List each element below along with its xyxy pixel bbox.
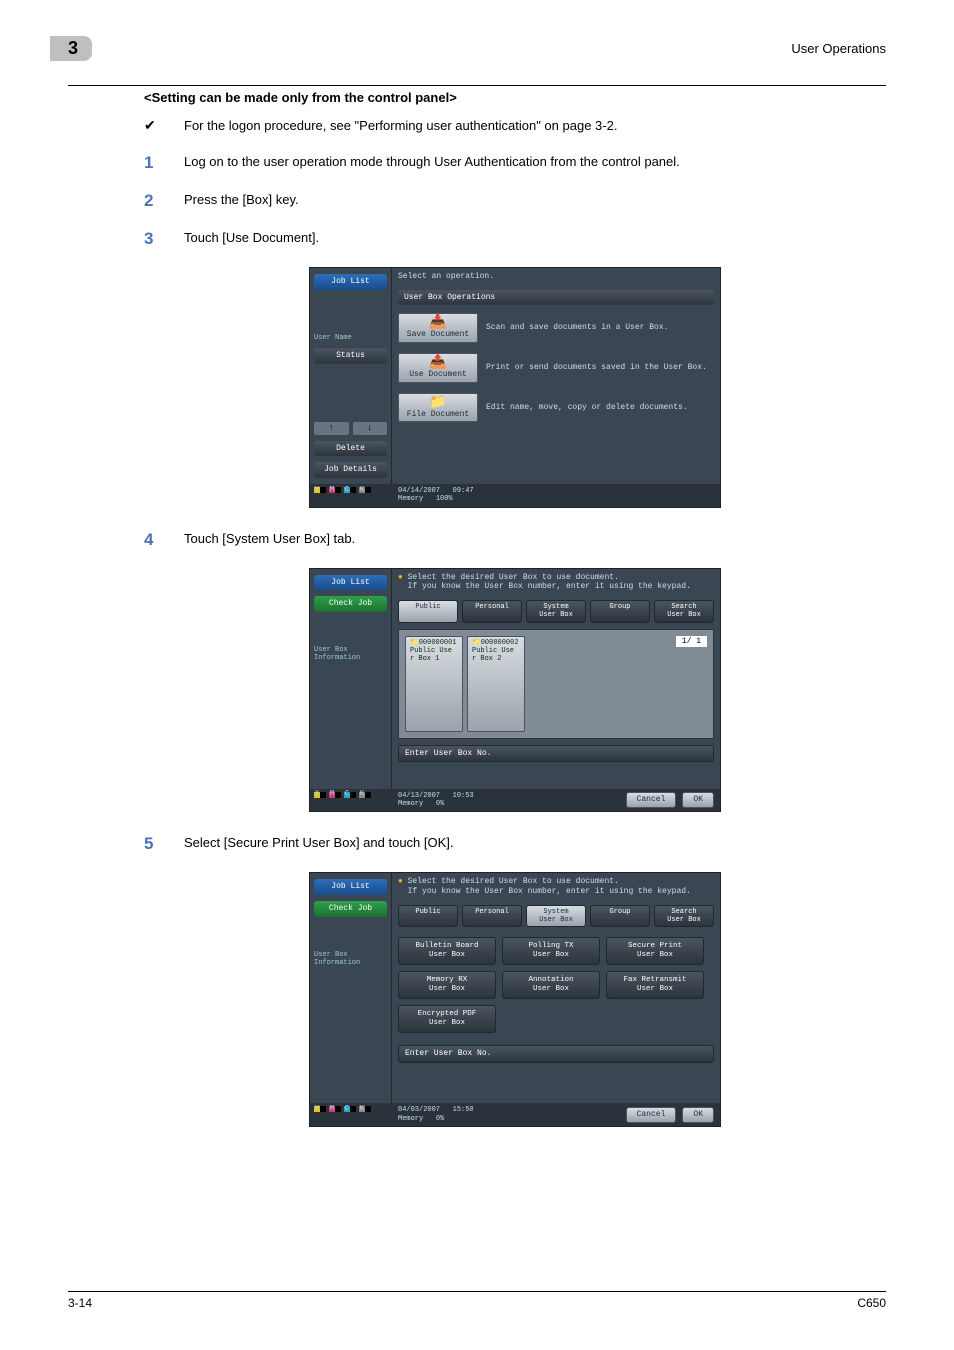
- cancel-button-3[interactable]: Cancel: [626, 1107, 677, 1123]
- check-job-tab-3[interactable]: Check Job: [314, 901, 387, 917]
- panel1-memory-label: Memory: [398, 495, 423, 503]
- job-list-tab-3[interactable]: Job List: [314, 879, 387, 895]
- save-document-desc: Scan and save documents in a User Box.: [486, 323, 714, 333]
- panel1-time: 09:47: [453, 487, 474, 495]
- screenshot-system-user-box: Job List Check Job User Box Information …: [309, 872, 721, 1127]
- arrow-down-icon[interactable]: ↓: [353, 422, 388, 435]
- ok-button-3[interactable]: OK: [682, 1107, 714, 1123]
- screenshot-user-box-operations: Job List User Name Status ↑ ↓ Delete Job…: [309, 267, 721, 507]
- use-document-button[interactable]: 📤 Use Document: [398, 353, 478, 383]
- bulb-icon: ●: [398, 573, 403, 582]
- tab-group[interactable]: Group: [590, 600, 650, 623]
- panel2-header2: If you know the User Box number, enter i…: [408, 582, 691, 591]
- panel3-header1: Select the desired User Box to use docum…: [408, 877, 619, 886]
- check-job-tab[interactable]: Check Job: [314, 596, 387, 612]
- annotation-user-box[interactable]: Annotation User Box: [502, 971, 600, 999]
- panel1-memory-value: 100%: [436, 495, 453, 503]
- panel3-date: 04/03/2007: [398, 1106, 440, 1114]
- bulb-icon: ●: [398, 877, 403, 886]
- step-text-4: Touch [System User Box] tab.: [184, 530, 886, 548]
- chapter-number: 3: [50, 36, 92, 61]
- ok-button[interactable]: OK: [682, 792, 714, 808]
- tab-group-3[interactable]: Group: [590, 905, 650, 928]
- encrypted-pdf-user-box[interactable]: Encrypted PDF User Box: [398, 1005, 496, 1033]
- panel2-time: 10:53: [453, 792, 474, 800]
- tab-public-3[interactable]: Public: [398, 905, 458, 928]
- user-box-1[interactable]: 📁000000001 Public Use r Box 1: [405, 636, 463, 732]
- step-number-1: 1: [144, 153, 184, 173]
- file-document-icon: 📁: [403, 396, 473, 410]
- step-number-3: 3: [144, 229, 184, 249]
- polling-tx-user-box[interactable]: Polling TX User Box: [502, 937, 600, 965]
- user-box-info-label: User Box Information: [314, 646, 387, 663]
- cancel-button[interactable]: Cancel: [626, 792, 677, 808]
- step-number-2: 2: [144, 191, 184, 211]
- delete-button[interactable]: Delete: [314, 441, 387, 457]
- file-document-button[interactable]: 📁 File Document: [398, 393, 478, 423]
- check-icon: ✔: [144, 117, 184, 134]
- pager: 1/ 1: [676, 636, 707, 648]
- secure-print-user-box[interactable]: Secure Print User Box: [606, 937, 704, 965]
- tab-search-user-box[interactable]: Search User Box: [654, 600, 714, 623]
- tab-search-user-box-3[interactable]: Search User Box: [654, 905, 714, 928]
- panel3-header2: If you know the User Box number, enter i…: [408, 887, 691, 896]
- step-text-2: Press the [Box] key.: [184, 191, 886, 209]
- model-number: C650: [857, 1296, 886, 1310]
- user-box-operations-bar: User Box Operations: [398, 290, 714, 306]
- tab-system-user-box[interactable]: System User Box: [526, 600, 586, 623]
- tab-personal-3[interactable]: Personal: [462, 905, 522, 928]
- job-details-button[interactable]: Job Details: [314, 462, 387, 478]
- step-text-5: Select [Secure Print User Box] and touch…: [184, 834, 886, 852]
- step-number-5: 5: [144, 834, 184, 854]
- use-document-desc: Print or send documents saved in the Use…: [486, 363, 714, 373]
- tab-personal[interactable]: Personal: [462, 600, 522, 623]
- bullet-text: For the logon procedure, see "Performing…: [184, 117, 886, 135]
- panel1-header: Select an operation.: [392, 268, 720, 286]
- job-list-tab-2[interactable]: Job List: [314, 575, 387, 591]
- enter-user-box-no-button-3[interactable]: Enter User Box No.: [398, 1045, 714, 1063]
- panel1-date: 04/14/2007: [398, 487, 440, 495]
- panel2-date: 04/13/2007: [398, 792, 440, 800]
- tab-system-user-box-3[interactable]: System User Box: [526, 905, 586, 928]
- user-name-label: User Name: [314, 334, 387, 342]
- panel2-header1: Select the desired User Box to use docum…: [408, 573, 619, 582]
- step-text-3: Touch [Use Document].: [184, 229, 886, 247]
- save-document-button[interactable]: 📥 Save Document: [398, 313, 478, 343]
- panel3-time: 15:50: [453, 1106, 474, 1114]
- section-title: User Operations: [791, 41, 886, 56]
- subheading: <Setting can be made only from the contr…: [144, 90, 886, 105]
- user-box-2[interactable]: 📁000000002 Public Use r Box 2: [467, 636, 525, 732]
- step-number-4: 4: [144, 530, 184, 550]
- fax-retransmit-user-box[interactable]: Fax Retransmit User Box: [606, 971, 704, 999]
- status-button[interactable]: Status: [314, 348, 387, 364]
- file-document-desc: Edit name, move, copy or delete document…: [486, 403, 714, 413]
- memory-rx-user-box[interactable]: Memory RX User Box: [398, 971, 496, 999]
- screenshot-public-user-box: Job List Check Job User Box Information …: [309, 568, 721, 813]
- page-number: 3-14: [68, 1296, 92, 1310]
- bulletin-board-user-box[interactable]: Bulletin Board User Box: [398, 937, 496, 965]
- step-text-1: Log on to the user operation mode throug…: [184, 153, 886, 171]
- user-box-info-label-3: User Box Information: [314, 951, 387, 968]
- tab-public[interactable]: Public: [398, 600, 458, 623]
- folder-icon: 📁: [410, 639, 419, 647]
- use-document-icon: 📤: [403, 356, 473, 370]
- folder-icon: 📁: [472, 639, 481, 647]
- enter-user-box-no-button[interactable]: Enter User Box No.: [398, 745, 714, 763]
- job-list-tab[interactable]: Job List: [314, 274, 387, 290]
- arrow-up-icon[interactable]: ↑: [314, 422, 349, 435]
- save-document-icon: 📥: [403, 316, 473, 330]
